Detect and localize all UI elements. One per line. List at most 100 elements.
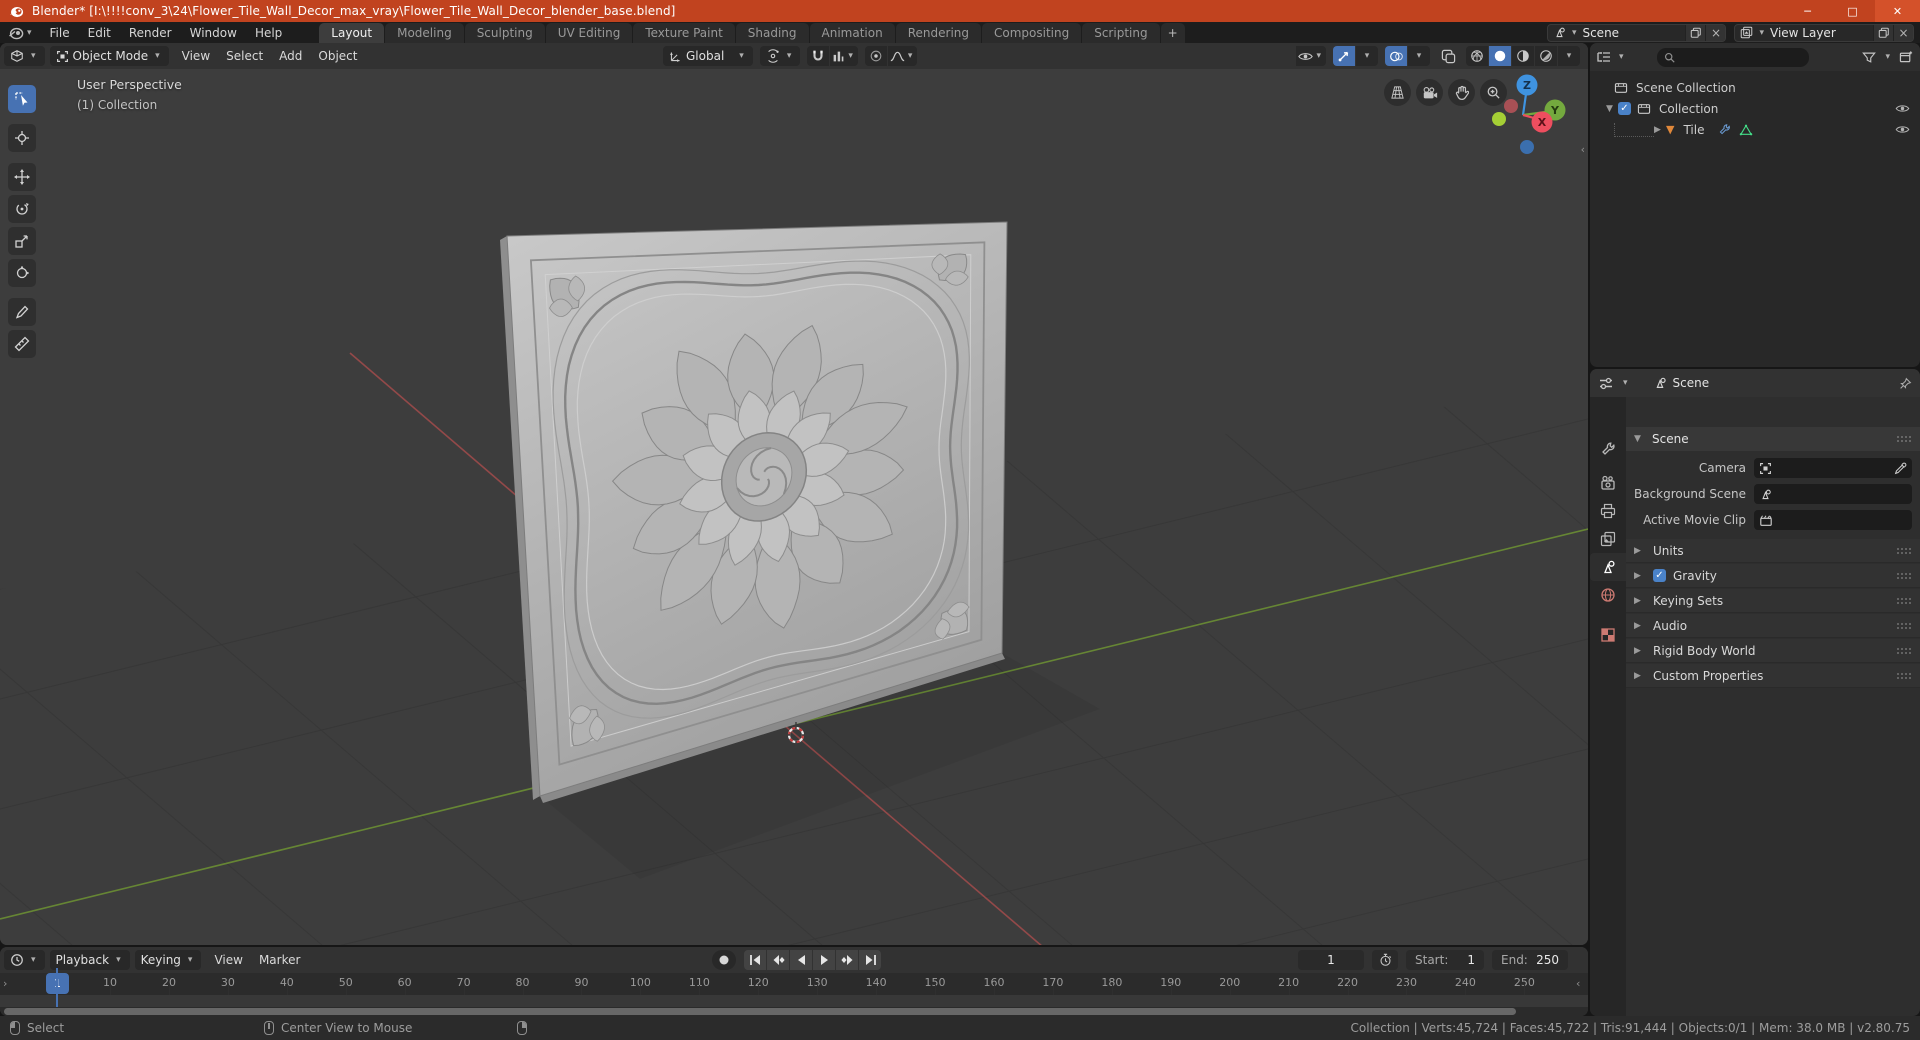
outliner-search[interactable] bbox=[1656, 47, 1809, 67]
gizmos-dropdown[interactable]: ▾ bbox=[1356, 46, 1378, 66]
gizmo-axis-ball[interactable] bbox=[1492, 112, 1506, 126]
jump-end-button[interactable] bbox=[859, 950, 881, 970]
frame-end-field[interactable]: End: 250 bbox=[1492, 950, 1568, 970]
scene-panel-header[interactable]: ▼ Scene bbox=[1626, 427, 1920, 451]
gizmo-axis-ball[interactable] bbox=[1504, 99, 1518, 113]
filter-icon[interactable] bbox=[1862, 51, 1877, 64]
panel-header-rigid-body-world[interactable]: ▶ Rigid Body World bbox=[1626, 639, 1920, 663]
panel-header-gravity[interactable]: ▶ ✓ Gravity bbox=[1626, 564, 1920, 588]
current-frame-field[interactable]: 1 bbox=[1298, 950, 1364, 970]
outliner-row-tile[interactable]: ▶ ▼ Tile bbox=[1590, 119, 1920, 140]
editor-outliner-icon[interactable] bbox=[1596, 50, 1612, 64]
camera-view-button[interactable] bbox=[1416, 79, 1443, 106]
snap-target-selector[interactable]: ▾ bbox=[830, 46, 858, 66]
panel-header-units[interactable]: ▶ Units bbox=[1626, 539, 1920, 563]
remove-view-layer-button[interactable]: × bbox=[1893, 24, 1913, 41]
eyedropper-icon[interactable] bbox=[1894, 462, 1907, 475]
properties-tab-render[interactable] bbox=[1590, 469, 1626, 497]
panel-grip[interactable] bbox=[1896, 621, 1912, 630]
shading-wireframe-button[interactable] bbox=[1466, 46, 1488, 66]
play-button[interactable] bbox=[813, 950, 835, 970]
disclosure-triangle[interactable]: ▼ bbox=[1606, 104, 1618, 114]
new-view-layer-button[interactable] bbox=[1873, 24, 1893, 41]
menu-file[interactable]: File bbox=[41, 22, 79, 43]
transform-orientation-selector[interactable]: Global ▾ bbox=[663, 46, 753, 66]
blender-menu-button[interactable]: ▾ bbox=[0, 22, 41, 43]
hide-eye-icon[interactable] bbox=[1895, 124, 1910, 135]
timeline-track[interactable] bbox=[0, 995, 1588, 1007]
menu-render[interactable]: Render bbox=[120, 22, 181, 43]
add-workspace-button[interactable]: + bbox=[1160, 23, 1185, 43]
gizmo-axis-ball[interactable] bbox=[1520, 140, 1534, 154]
viewport-menu-add[interactable]: Add bbox=[271, 46, 310, 66]
search-input[interactable] bbox=[1678, 51, 1789, 63]
menu-window[interactable]: Window bbox=[181, 22, 246, 43]
gravity-checkbox[interactable]: ✓ bbox=[1653, 569, 1666, 582]
expand-triangle[interactable]: ▶ bbox=[1654, 125, 1666, 135]
tab-rendering[interactable]: Rendering bbox=[895, 23, 981, 43]
tool-measure[interactable] bbox=[8, 330, 36, 358]
shading-dropdown[interactable]: ▾ bbox=[1558, 46, 1580, 66]
jump-start-button[interactable] bbox=[744, 950, 766, 970]
tab-shading[interactable]: Shading bbox=[735, 23, 809, 43]
shading-solid-button[interactable] bbox=[1489, 46, 1511, 66]
tool-scale[interactable] bbox=[8, 227, 36, 255]
panel-grip[interactable] bbox=[1896, 546, 1912, 555]
scene-selector[interactable]: ▾ Scene × bbox=[1546, 23, 1727, 42]
gizmos-toggle[interactable] bbox=[1333, 46, 1355, 66]
region-toggle-left-icon[interactable]: › bbox=[3, 977, 7, 990]
close-button[interactable]: ✕ bbox=[1875, 0, 1920, 22]
panel-grip[interactable] bbox=[1896, 596, 1912, 605]
camera-field[interactable] bbox=[1754, 458, 1912, 478]
outliner-row-collection[interactable]: ▼ ✓ Collection bbox=[1590, 98, 1920, 119]
viewport-menu-select[interactable]: Select bbox=[218, 46, 271, 66]
panel-header-custom-properties[interactable]: ▶ Custom Properties bbox=[1626, 664, 1920, 688]
panel-header-audio[interactable]: ▶ Audio bbox=[1626, 614, 1920, 638]
timeline[interactable]: ▾ Playback ▾ Keying ▾ View Marker 1 Start: 1 … bbox=[0, 947, 1588, 1016]
panel-grip[interactable] bbox=[1896, 646, 1912, 655]
timeline-scrollbar[interactable] bbox=[4, 1008, 1516, 1015]
background-scene-field[interactable] bbox=[1754, 484, 1912, 504]
minimize-button[interactable]: ─ bbox=[1785, 0, 1830, 22]
new-collection-icon[interactable] bbox=[1899, 50, 1914, 64]
pan-view-button[interactable] bbox=[1448, 79, 1475, 106]
overlays-dropdown[interactable]: ▾ bbox=[1408, 46, 1430, 66]
editor-properties-icon[interactable] bbox=[1598, 377, 1614, 390]
timeline-menu-marker[interactable]: Marker bbox=[251, 950, 308, 970]
properties-tab-view-layer[interactable] bbox=[1590, 525, 1626, 553]
toggle-perspective-button[interactable] bbox=[1384, 79, 1411, 106]
outliner-row-scene-collection[interactable]: Scene Collection bbox=[1590, 77, 1920, 98]
mode-selector[interactable]: Object Mode ▾ bbox=[49, 46, 169, 66]
properties-tab-texture[interactable] bbox=[1590, 621, 1626, 649]
overlays-toggle[interactable] bbox=[1385, 46, 1407, 66]
panel-header-keying-sets[interactable]: ▶ Keying Sets bbox=[1626, 589, 1920, 613]
snap-toggle[interactable] bbox=[807, 46, 830, 66]
viewport-3d[interactable]: ▾ Object Mode ▾ View Select Add Object Glob… bbox=[0, 43, 1588, 945]
properties-tab-tool[interactable] bbox=[1590, 435, 1626, 463]
tab-compositing[interactable]: Compositing bbox=[982, 23, 1082, 43]
active-movie-clip-field[interactable] bbox=[1754, 510, 1912, 530]
timeline-menu-playback[interactable]: Playback ▾ bbox=[49, 950, 130, 970]
sidebar-toggle-icon[interactable]: ‹ bbox=[1581, 143, 1585, 156]
maximize-button[interactable]: □ bbox=[1830, 0, 1875, 22]
collection-checkbox[interactable]: ✓ bbox=[1618, 102, 1631, 115]
viewport-canvas[interactable] bbox=[0, 69, 1588, 945]
frame-start-field[interactable]: Start: 1 bbox=[1406, 950, 1484, 970]
viewport-menu-view[interactable]: View bbox=[174, 46, 218, 66]
panel-grip[interactable] bbox=[1896, 435, 1912, 443]
tab-animation[interactable]: Animation bbox=[809, 23, 895, 43]
properties-tab-world[interactable] bbox=[1590, 581, 1626, 609]
proportional-falloff-selector[interactable]: ▾ bbox=[887, 46, 918, 66]
properties-tab-scene[interactable] bbox=[1590, 553, 1626, 581]
panel-grip[interactable] bbox=[1896, 571, 1912, 580]
visibility-toggle[interactable]: ▾ bbox=[1296, 46, 1326, 66]
timeline-menu-view[interactable]: View bbox=[206, 950, 250, 970]
panel-grip[interactable] bbox=[1896, 671, 1912, 680]
menu-edit[interactable]: Edit bbox=[79, 22, 120, 43]
tab-scripting[interactable]: Scripting bbox=[1082, 23, 1160, 43]
timeline-ruler[interactable]: › ‹ 10 20 30 40 50 60 70 80 90 100 110 120 130 140 150… bbox=[0, 973, 1588, 1016]
proportional-editing-toggle[interactable] bbox=[864, 46, 887, 66]
xray-toggle[interactable] bbox=[1437, 46, 1459, 66]
new-scene-button[interactable] bbox=[1685, 24, 1706, 41]
prev-keyframe-button[interactable] bbox=[767, 950, 789, 970]
